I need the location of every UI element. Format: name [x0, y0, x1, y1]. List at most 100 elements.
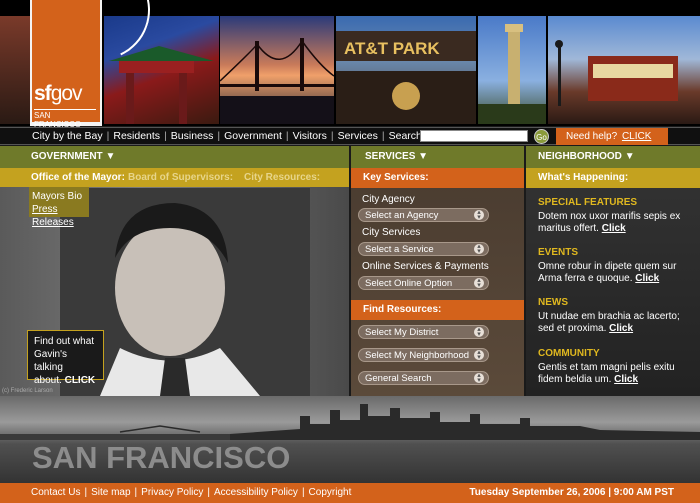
services-panel: Key Services: City Agency Select an Agen…	[351, 168, 524, 396]
community-click-link[interactable]: Click	[614, 374, 638, 385]
special-features-click-link[interactable]: Click	[602, 223, 626, 234]
agency-select-value: Select an Agency	[365, 210, 439, 221]
footer-separator: |	[84, 487, 88, 498]
callout-line1: Find out what	[34, 336, 95, 347]
nav-separator: |	[381, 130, 385, 142]
tab-office-of-the-mayor[interactable]: Office of the Mayor:	[31, 168, 125, 187]
skyline-title: SAN FRANCISCO	[32, 440, 291, 475]
whats-happening-title: What's Happening:	[526, 168, 700, 188]
nav-residents[interactable]: Residents	[113, 130, 160, 142]
neighborhood-menu-label: NEIGHBORHOOD	[538, 151, 622, 162]
key-services-title: Key Services:	[351, 168, 524, 188]
news-click-link[interactable]: Click	[609, 323, 633, 334]
footer-links: Contact Us | Site map | Privacy Policy | Acces…	[31, 484, 351, 502]
neighborhood-select-value: Select My Neighborhood	[365, 350, 470, 361]
cable-car-illustration	[555, 40, 678, 106]
government-tabs: Office of the Mayor: Board of Supervisor…	[0, 168, 349, 187]
header-banner: AT&T PARK sfgov SAN FRANCISCO	[0, 0, 700, 129]
tab-board-of-supervisors[interactable]: Board of Supervisors:	[128, 168, 233, 187]
community-title: COMMUNITY	[538, 348, 600, 359]
special-features-text: Dotem nox uxor marifis sepis ex maritus …	[538, 211, 698, 235]
footer-separator: |	[207, 487, 211, 498]
services-menu-label: SERVICES	[365, 151, 416, 162]
logo-city: SAN FRANCISCO	[34, 109, 96, 129]
mayor-callout[interactable]: Find out what Gavin's talking about. CLI…	[27, 330, 104, 386]
agency-select[interactable]: Select an Agency ▴ ▾	[358, 208, 489, 222]
updown-arrow-icon: ▴ ▾	[474, 326, 484, 338]
city-services-label: City Services	[362, 227, 421, 238]
nav-separator: |	[164, 130, 167, 142]
callout-line2: Gavin's talking	[34, 349, 68, 373]
tab-city-resources[interactable]: City Resources:	[244, 168, 320, 187]
help-text: Need help?	[566, 131, 618, 142]
footer-copyright[interactable]: Copyright	[309, 487, 352, 498]
service-select[interactable]: Select a Service ▴ ▾	[358, 242, 489, 256]
district-select[interactable]: Select My District ▴ ▾	[358, 325, 489, 339]
photo-credit: (c) Frederic Larson	[2, 388, 53, 394]
callout-line3: about. CLICK	[34, 374, 97, 387]
nav-visitors[interactable]: Visitors	[293, 130, 327, 142]
footer-date: Tuesday September 26, 2006	[469, 487, 606, 498]
online-option-select[interactable]: Select Online Option ▴ ▾	[358, 276, 489, 290]
neighborhood-menu[interactable]: NEIGHBORHOOD ▼	[526, 146, 700, 168]
news-text: Ut nudae em brachia ac lacerto; sed et p…	[538, 311, 698, 335]
nav-separator: |	[106, 130, 110, 142]
golden-gate-photo	[220, 16, 334, 124]
updown-arrow-icon: ▴ ▾	[474, 372, 484, 384]
top-navigation: City by the Bay | Residents | Business | Gover…	[0, 127, 700, 159]
cable-car-photo	[548, 16, 700, 124]
footer-time: 9:00 AM PST	[613, 487, 674, 498]
nav-separator: |	[217, 130, 221, 142]
footer: Contact Us | Site map | Privacy Policy | Acces…	[0, 483, 700, 503]
nav-separator: |	[330, 130, 334, 142]
updown-arrow-icon: ▴ ▾	[474, 243, 484, 255]
district-select-value: Select My District	[365, 327, 439, 338]
nav-business[interactable]: Business	[171, 130, 214, 142]
events-text: Omne robur in dipete quem sur Arma ferra…	[538, 261, 698, 285]
logo-wordmark: sfgov	[34, 82, 83, 106]
government-menu-label: GOVERNMENT	[31, 151, 103, 162]
footer-separator: |	[608, 487, 612, 498]
search-input[interactable]	[420, 130, 528, 142]
community-body: Gentis et tam magni pelis exitu fidem be…	[538, 362, 675, 385]
nav-city-by-the-bay[interactable]: City by the Bay	[32, 130, 103, 142]
nav-services[interactable]: Services	[338, 130, 378, 142]
find-resources-title: Find Resources:	[351, 300, 524, 320]
city-agency-label: City Agency	[362, 194, 415, 205]
footer-accessibility-policy[interactable]: Accessibility Policy	[214, 487, 298, 498]
general-search-select-value: General Search	[365, 373, 432, 384]
chevron-down-icon: ▼	[624, 151, 635, 162]
news-title: NEWS	[538, 297, 568, 308]
nav-separator: |	[285, 130, 289, 142]
nav-government[interactable]: Government	[224, 130, 282, 142]
general-search-select[interactable]: General Search ▴ ▾	[358, 371, 489, 385]
callout-click-link[interactable]: CLICK	[65, 375, 96, 386]
mayors-bio-link[interactable]: Mayors Bio	[32, 190, 89, 203]
online-option-select-value: Select Online Option	[365, 278, 453, 289]
events-click-link[interactable]: Click	[635, 273, 659, 284]
top-nav-links: City by the Bay | Residents | Business | Gover…	[32, 130, 438, 142]
coit-tower-photo	[478, 16, 546, 124]
press-releases-link[interactable]: Press Releases	[32, 204, 74, 228]
government-menu[interactable]: GOVERNMENT ▼	[0, 146, 349, 168]
events-title: EVENTS	[538, 247, 579, 258]
neighborhood-select[interactable]: Select My Neighborhood ▴ ▾	[358, 348, 489, 362]
footer-separator: |	[301, 487, 305, 498]
footer-contact-us[interactable]: Contact Us	[31, 487, 80, 498]
chevron-down-icon: ▼	[418, 151, 429, 162]
updown-arrow-icon: ▴ ▾	[474, 349, 484, 361]
services-menu[interactable]: SERVICES ▼	[351, 146, 524, 168]
footer-site-map[interactable]: Site map	[91, 487, 130, 498]
logo-gov: gov	[50, 82, 83, 105]
footer-privacy-policy[interactable]: Privacy Policy	[141, 487, 203, 498]
chevron-down-icon: ▼	[105, 151, 116, 162]
search-go-button[interactable]: Go	[534, 129, 549, 144]
sfgov-logo[interactable]: sfgov SAN FRANCISCO	[30, 0, 165, 129]
mayor-submenu: Mayors Bio Press Releases	[29, 187, 89, 228]
online-services-label: Online Services & Payments	[362, 261, 489, 272]
tower-illustration	[478, 24, 546, 124]
footer-separator: |	[134, 487, 138, 498]
help-banner: Need help? CLICK HERE	[556, 128, 668, 159]
callout-about: about.	[34, 375, 62, 386]
stadium-illustration: AT&T PARK	[336, 31, 476, 124]
